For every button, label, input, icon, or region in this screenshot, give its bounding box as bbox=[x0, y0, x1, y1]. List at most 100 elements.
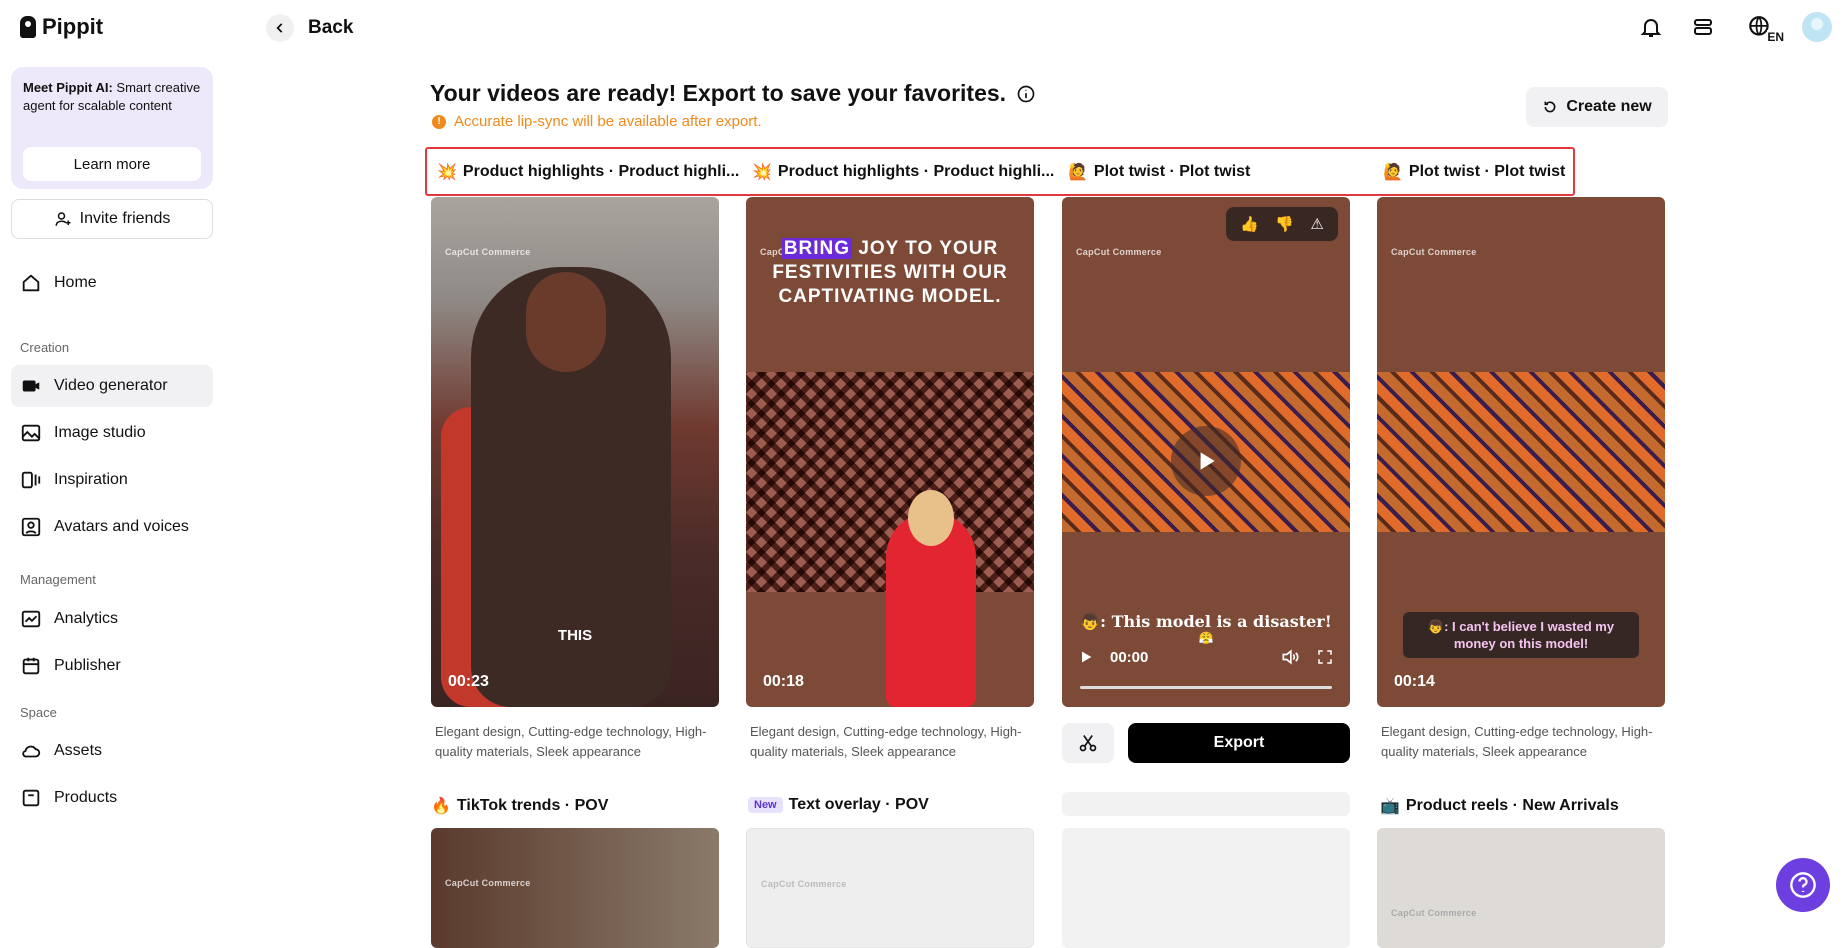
info-icon[interactable] bbox=[1016, 84, 1036, 104]
watermark: CapCut Commerce bbox=[1391, 908, 1477, 918]
image-studio-icon bbox=[21, 424, 41, 442]
sidebar-item-label: Image studio bbox=[54, 424, 146, 441]
sidebar-item-label: Inspiration bbox=[54, 471, 128, 488]
help-button[interactable] bbox=[1776, 858, 1830, 912]
video-card-6[interactable]: CapCut Commerce bbox=[746, 828, 1034, 948]
thumbs-up-icon[interactable]: 👍 bbox=[1240, 215, 1259, 233]
video-duration: 00:18 bbox=[763, 673, 804, 690]
sidebar-item-inspiration[interactable]: Inspiration bbox=[11, 459, 213, 501]
warning-text: Accurate lip-sync will be available afte… bbox=[454, 113, 762, 130]
sidebar-item-label: Analytics bbox=[54, 610, 119, 627]
section-creation: Creation bbox=[20, 340, 70, 355]
tab-label: Text overlay · POV bbox=[788, 796, 929, 813]
tab-label: Plot twist · Plot twist bbox=[1093, 163, 1251, 180]
sidebar-item-label: Home bbox=[54, 274, 97, 291]
person-icon: 🙋 bbox=[1383, 164, 1403, 181]
section-management: Management bbox=[20, 572, 96, 587]
watermark: CapCut Commerce bbox=[1391, 247, 1477, 257]
play-icon[interactable] bbox=[1171, 426, 1241, 496]
video-duration: 00:23 bbox=[448, 673, 489, 690]
new-badge: New bbox=[748, 797, 783, 813]
video-card-7-loading bbox=[1062, 828, 1350, 948]
scissors-icon[interactable] bbox=[1062, 723, 1114, 763]
invite-friends-button[interactable]: Invite friends bbox=[11, 199, 213, 239]
tab-product-highlights-2[interactable]: 💥 Product highlights · Product highli... bbox=[752, 162, 1054, 182]
burst-icon: 💥 bbox=[437, 164, 457, 181]
video-card-8[interactable]: CapCut Commerce bbox=[1377, 828, 1665, 948]
pippit-logo[interactable]: Pippit bbox=[20, 14, 103, 40]
warning-icon: ! bbox=[432, 114, 446, 129]
sidebar-item-label: Assets bbox=[54, 742, 103, 759]
export-button[interactable]: Export bbox=[1128, 723, 1350, 763]
video-card-3-player[interactable]: CapCut Commerce 👍 👎 ⚠ 👦: This model is a… bbox=[1062, 197, 1350, 707]
page-title-text: Your videos are ready! Export to save yo… bbox=[430, 80, 1007, 106]
sidebar-item-video-generator[interactable]: Video generator bbox=[11, 365, 213, 407]
promo-text: Meet Pippit AI: Smart creative agent for… bbox=[23, 80, 201, 113]
fire-icon: 🔥 bbox=[431, 798, 451, 815]
storage-icon[interactable] bbox=[1688, 12, 1718, 42]
page-title: Your videos are ready! Export to save yo… bbox=[430, 80, 1036, 107]
back-button[interactable]: Back bbox=[266, 14, 353, 42]
sidebar-item-publisher[interactable]: Publisher bbox=[11, 645, 213, 687]
video-subtitle: 👦: I can't believe I wasted my money on … bbox=[1403, 612, 1639, 658]
tab-text-overlay[interactable]: New Text overlay · POV bbox=[748, 796, 929, 814]
inspiration-icon bbox=[21, 471, 41, 489]
section-space: Space bbox=[20, 705, 57, 720]
player-progress[interactable] bbox=[1080, 686, 1332, 689]
sidebar-item-image-studio[interactable]: Image studio bbox=[11, 412, 213, 454]
video-description: Elegant design, Cutting-edge technology,… bbox=[435, 724, 707, 759]
thumbs-down-icon[interactable]: 👎 bbox=[1275, 215, 1294, 233]
video-banner-text: BRING JOY TO YOUR FESTIVITIES WITH OUR C… bbox=[772, 238, 1008, 307]
tab-plot-twist-1[interactable]: 🙋 Plot twist · Plot twist bbox=[1068, 162, 1250, 182]
pippit-logo-icon bbox=[20, 16, 36, 38]
report-icon[interactable]: ⚠ bbox=[1310, 215, 1323, 233]
video-caption: THIS bbox=[557, 627, 593, 644]
sidebar-item-products[interactable]: Products bbox=[11, 777, 213, 819]
fullscreen-icon[interactable] bbox=[1316, 648, 1334, 666]
avatar-icon bbox=[21, 517, 41, 537]
bell-icon[interactable] bbox=[1636, 12, 1666, 42]
video-description: Elegant design, Cutting-edge technology,… bbox=[750, 724, 1022, 759]
learn-more-button[interactable]: Learn more bbox=[23, 147, 201, 181]
chevron-left-icon bbox=[266, 14, 294, 42]
sidebar-item-label: Products bbox=[54, 789, 118, 806]
video-card-4[interactable]: CapCut Commerce 👦: I can't believe I was… bbox=[1377, 197, 1665, 707]
play-small-icon[interactable] bbox=[1078, 649, 1094, 665]
back-label: Back bbox=[308, 17, 354, 38]
tab-tiktok-trends[interactable]: 🔥 TikTok trends · POV bbox=[431, 796, 608, 816]
volume-icon[interactable] bbox=[1280, 647, 1300, 667]
cloud-icon bbox=[22, 745, 41, 758]
watermark: CapCut Commerce bbox=[445, 247, 531, 257]
watermark: CapCut Commerce bbox=[445, 878, 531, 888]
video-description: Elegant design, Cutting-edge technology,… bbox=[1381, 724, 1653, 759]
tab-label: Plot twist · Plot twist bbox=[1408, 163, 1566, 180]
language-selector[interactable]: EN bbox=[1740, 12, 1784, 44]
video-card-2[interactable]: CapCut Commerce BRING JOY TO YOUR FESTIV… bbox=[746, 197, 1034, 707]
language-code: EN bbox=[1767, 30, 1784, 44]
video-card-5[interactable]: CapCut Commerce bbox=[431, 828, 719, 948]
presenter-figure bbox=[886, 490, 976, 707]
sidebar-item-avatars[interactable]: Avatars and voices bbox=[11, 506, 213, 548]
user-avatar[interactable] bbox=[1802, 12, 1832, 42]
sidebar-item-label: Avatars and voices bbox=[54, 518, 189, 535]
user-plus-icon bbox=[55, 212, 71, 226]
sidebar-item-assets[interactable]: Assets bbox=[11, 730, 213, 772]
video-duration: 00:14 bbox=[1394, 673, 1435, 690]
question-icon bbox=[1790, 872, 1816, 898]
tab-plot-twist-2[interactable]: 🙋 Plot twist · Plot twist bbox=[1383, 162, 1565, 182]
watermark: CapCut Commerce bbox=[1076, 247, 1162, 257]
sidebar-item-home[interactable]: Home bbox=[11, 262, 213, 304]
sidebar-item-analytics[interactable]: Analytics bbox=[11, 598, 213, 640]
sidebar: Pippit Meet Pippit AI: Smart creative ag… bbox=[0, 0, 213, 948]
tab-product-highlights-1[interactable]: 💥 Product highlights · Product highli... bbox=[437, 162, 739, 182]
home-icon bbox=[22, 274, 40, 292]
player-controls: 00:00 bbox=[1078, 647, 1334, 667]
person-icon: 🙋 bbox=[1068, 164, 1088, 181]
tab-product-reels[interactable]: 📺 Product reels · New Arrivals bbox=[1380, 796, 1619, 816]
refresh-icon bbox=[1544, 101, 1556, 113]
video-generator-icon bbox=[22, 380, 40, 392]
invite-label: Invite friends bbox=[79, 210, 171, 227]
video-card-1[interactable]: CapCut Commerce THIS 00:23 bbox=[431, 197, 719, 707]
tab-label: Product reels · New Arrivals bbox=[1405, 797, 1619, 814]
create-new-button[interactable]: Create new bbox=[1526, 87, 1668, 127]
